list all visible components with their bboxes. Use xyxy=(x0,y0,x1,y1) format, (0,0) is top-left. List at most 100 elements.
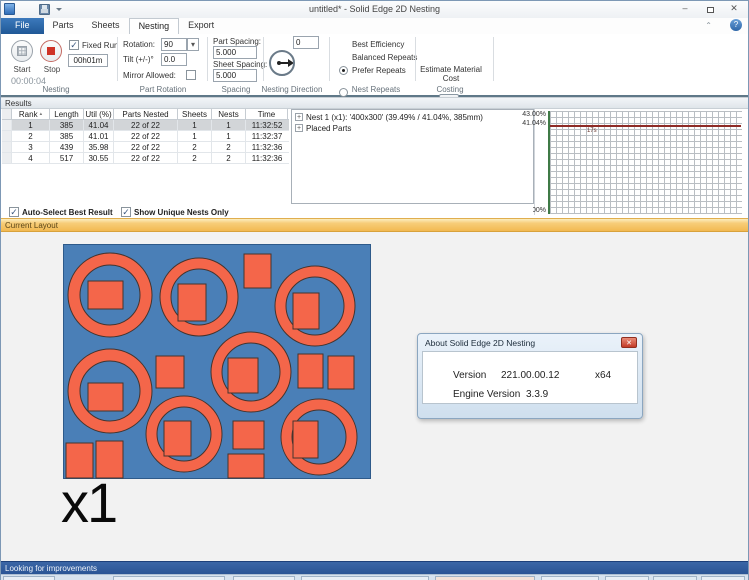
stop-icon xyxy=(47,47,55,55)
restore-icon xyxy=(707,7,714,13)
column-header[interactable]: Sheets xyxy=(178,109,212,119)
taskbar-item[interactable] xyxy=(113,576,225,580)
best-efficiency-radio[interactable] xyxy=(339,66,348,75)
taskbar-item[interactable] xyxy=(233,576,295,580)
tab-sheets[interactable]: Sheets xyxy=(83,18,129,34)
table-cell: 22 of 22 xyxy=(114,153,178,163)
about-close-button[interactable]: ✕ xyxy=(621,337,637,348)
table-cell: 3 xyxy=(12,142,50,152)
table-cell: 22 of 22 xyxy=(114,131,178,141)
tilt-input[interactable]: 0.0 xyxy=(161,53,187,66)
run-time-input[interactable]: 00h01m xyxy=(68,54,108,67)
ytick-current: 41.04% xyxy=(516,120,546,127)
table-cell: 41.04 xyxy=(84,120,114,130)
collapse-ribbon-icon[interactable]: ⌃ xyxy=(705,21,712,30)
title-bar: untitled* - Solid Edge 2D Nesting – ✕ xyxy=(1,1,748,18)
engine-version-value: 3.3.9 xyxy=(526,389,548,400)
results-body: Rank▴LengthUtil (%)Parts NestedSheetsNes… xyxy=(1,109,748,218)
column-header[interactable]: Nests xyxy=(212,109,246,119)
table-cell: 11:32:52 xyxy=(246,120,288,130)
app-window: untitled* - Solid Edge 2D Nesting – ✕ Fi… xyxy=(0,0,749,580)
layout-canvas[interactable]: x1 About Solid Edge 2D Nesting ✕ Version… xyxy=(1,232,748,561)
rotation-dropdown-icon[interactable]: ▾ xyxy=(187,38,199,51)
table-row[interactable]: 343935.9822 of 222211:32:36 xyxy=(2,142,289,153)
fixed-run-label: Fixed Run xyxy=(82,41,118,50)
column-header[interactable]: Length xyxy=(50,109,84,119)
version-value: 221.00.00.12 xyxy=(501,370,559,381)
nesting-direction-icon[interactable] xyxy=(269,50,295,76)
table-cell: 2 xyxy=(212,142,246,152)
table-cell: 385 xyxy=(50,120,84,130)
column-header[interactable]: Time xyxy=(246,109,288,119)
table-row[interactable]: 238541.0122 of 221111:32:37 xyxy=(2,131,289,142)
table-row[interactable]: 451730.5522 of 222211:32:36 xyxy=(2,153,289,164)
tree-item-label: Placed Parts xyxy=(306,124,351,133)
tree-item-placed-parts[interactable]: + Placed Parts xyxy=(294,123,533,133)
tab-export[interactable]: Export xyxy=(179,18,223,34)
group-separator xyxy=(207,37,208,81)
table-cell: 2 xyxy=(178,142,212,152)
costing-group-label: Costing xyxy=(419,85,481,94)
taskbar-item[interactable] xyxy=(435,576,535,580)
taskbar-item[interactable] xyxy=(653,576,697,580)
sheet-spacing-label: Sheet Spacing: xyxy=(213,60,267,69)
tree-item-nest[interactable]: + Nest 1 (x1): '400x300' (39.49% / 41.04… xyxy=(294,112,533,122)
about-dialog-body: Version 221.00.00.12 x64 Engine Version … xyxy=(422,351,638,404)
mirror-allowed-checkbox[interactable] xyxy=(186,70,196,80)
show-unique-label: Show Unique Nests Only xyxy=(134,208,229,217)
auto-select-label: Auto-Select Best Result xyxy=(22,208,113,217)
fixed-run-checkbox[interactable]: ✓ xyxy=(69,40,79,50)
expand-icon[interactable]: + xyxy=(295,113,303,121)
start-nest-icon xyxy=(17,46,27,56)
taskbar-item[interactable] xyxy=(701,576,745,580)
column-header[interactable]: Parts Nested xyxy=(114,109,178,119)
version-label: Version xyxy=(453,370,486,381)
taskbar-item[interactable] xyxy=(3,576,55,580)
table-row[interactable]: 138541.0422 of 221111:32:52 xyxy=(2,120,289,131)
ribbon: Start Stop 00:00:04 ✓ Fixed Run 00h01m N… xyxy=(1,34,748,97)
table-cell: 517 xyxy=(50,153,84,163)
taskbar-item[interactable] xyxy=(605,576,649,580)
estimate-material-cost-button[interactable]: Estimate Material Cost xyxy=(411,65,491,83)
tilt-label: Tilt (+/-)° xyxy=(123,55,154,64)
table-cell: 11:32:36 xyxy=(246,142,288,152)
taskbar-item[interactable] xyxy=(541,576,599,580)
utilization-chart: 43.00% 41.04% 30.00% 17s xyxy=(534,109,743,215)
close-button[interactable]: ✕ xyxy=(723,1,745,16)
current-layout-header: Current Layout xyxy=(1,218,748,232)
current-layout-title: Current Layout xyxy=(1,219,748,230)
table-rows: 138541.0422 of 221111:32:52238541.0122 o… xyxy=(2,120,289,164)
group-separator xyxy=(493,37,494,81)
balanced-repeats-label: Balanced Repeats xyxy=(352,53,417,62)
expand-icon[interactable]: + xyxy=(295,124,303,132)
show-unique-checkbox[interactable]: ✓ xyxy=(121,207,131,217)
direction-input[interactable]: 0 xyxy=(293,36,319,49)
help-icon[interactable]: ? xyxy=(730,19,742,31)
time-annotation: 17s xyxy=(587,128,597,134)
stop-button[interactable] xyxy=(40,40,62,62)
tab-nesting[interactable]: Nesting xyxy=(129,18,180,34)
nested-sheet[interactable] xyxy=(63,244,371,479)
taskbar-item[interactable] xyxy=(301,576,429,580)
about-dialog[interactable]: About Solid Edge 2D Nesting ✕ Version 22… xyxy=(417,333,643,419)
rotation-select[interactable]: 90 xyxy=(161,38,187,51)
table-header-row[interactable]: Rank▴LengthUtil (%)Parts NestedSheetsNes… xyxy=(2,109,289,120)
auto-select-checkbox[interactable]: ✓ xyxy=(9,207,19,217)
table-cell: 439 xyxy=(50,142,84,152)
nest-repeats-group-label: Nest Repeats xyxy=(341,85,411,94)
tab-parts[interactable]: Parts xyxy=(44,18,83,34)
restore-button[interactable] xyxy=(699,1,721,16)
engine-version-label: Engine Version xyxy=(453,389,520,400)
minimize-button[interactable]: – xyxy=(674,1,696,16)
tab-file[interactable]: File xyxy=(1,18,44,34)
part-spacing-input[interactable]: 5.000 xyxy=(213,46,257,59)
table-cell: 41.01 xyxy=(84,131,114,141)
sheet-spacing-input[interactable]: 5.000 xyxy=(213,69,257,82)
ytick-max: 43.00% xyxy=(516,111,546,118)
table-cell: 1 xyxy=(178,131,212,141)
column-header[interactable]: Util (%) xyxy=(84,109,114,119)
column-header[interactable]: Rank▴ xyxy=(12,109,50,119)
results-table: Rank▴LengthUtil (%)Parts NestedSheetsNes… xyxy=(2,109,289,164)
start-button[interactable] xyxy=(11,40,33,62)
stop-label: Stop xyxy=(37,65,67,74)
